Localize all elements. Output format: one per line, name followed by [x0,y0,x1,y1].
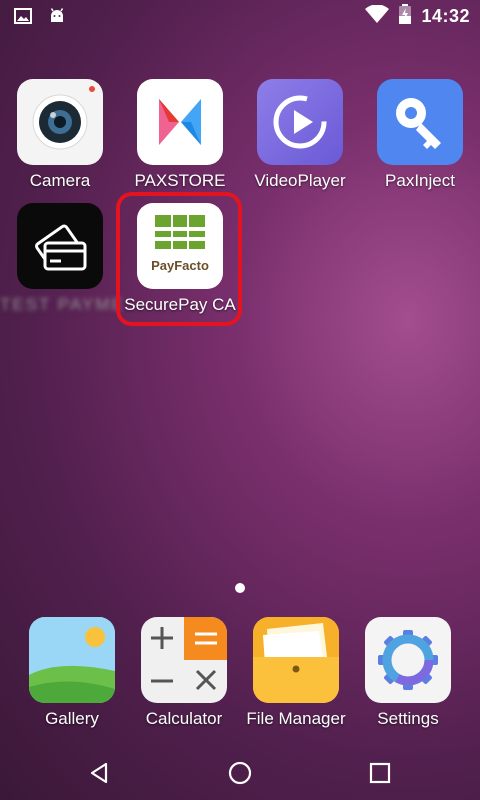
app-label: TEST PAYME [0,295,125,314]
play-icon [257,79,343,165]
app-calculator[interactable]: Calculator [124,617,244,729]
app-label: Camera [29,171,91,190]
app-label: PaxInject [385,171,455,190]
app-label: VideoPlayer [254,171,346,190]
wifi-icon [365,4,390,28]
home-button[interactable] [225,758,255,788]
back-button[interactable] [84,758,114,788]
card-icon [17,203,103,289]
app-label: Calculator [145,709,223,728]
app-settings[interactable]: Settings [348,617,468,729]
page-indicator [235,583,245,593]
app-label: File Manager [246,709,346,728]
app-gallery[interactable]: Gallery [12,617,132,729]
app-label: Gallery [45,709,99,728]
gallery-icon [29,617,115,703]
app-file-manager[interactable]: File Manager [236,617,356,729]
app-camera[interactable]: Camera [0,79,120,191]
clock: 14:32 [421,6,470,26]
navigation-bar [0,744,480,800]
battery-charging-icon [399,4,412,29]
calculator-icon [141,617,227,703]
status-bar: 14:32 [0,0,480,32]
paxstore-icon [137,79,223,165]
app-label: PAXSTORE [134,171,226,190]
back-icon [90,762,108,784]
app-videoplayer[interactable]: VideoPlayer [240,79,360,191]
key-icon [377,79,463,165]
app-test[interactable]: TEST PAYME [0,203,125,315]
app-paxstore[interactable]: PAXSTORE [120,79,240,191]
gear-icon [365,617,451,703]
highlight-box [116,192,242,326]
app-label: Settings [377,709,439,728]
folder-icon [253,617,339,703]
recents-icon [369,762,391,784]
app-paxinject[interactable]: PaxInject [360,79,480,191]
image-icon [14,8,32,29]
home-icon [228,761,252,785]
android-icon [48,7,66,30]
camera-icon [17,79,103,165]
recents-button[interactable] [365,758,395,788]
